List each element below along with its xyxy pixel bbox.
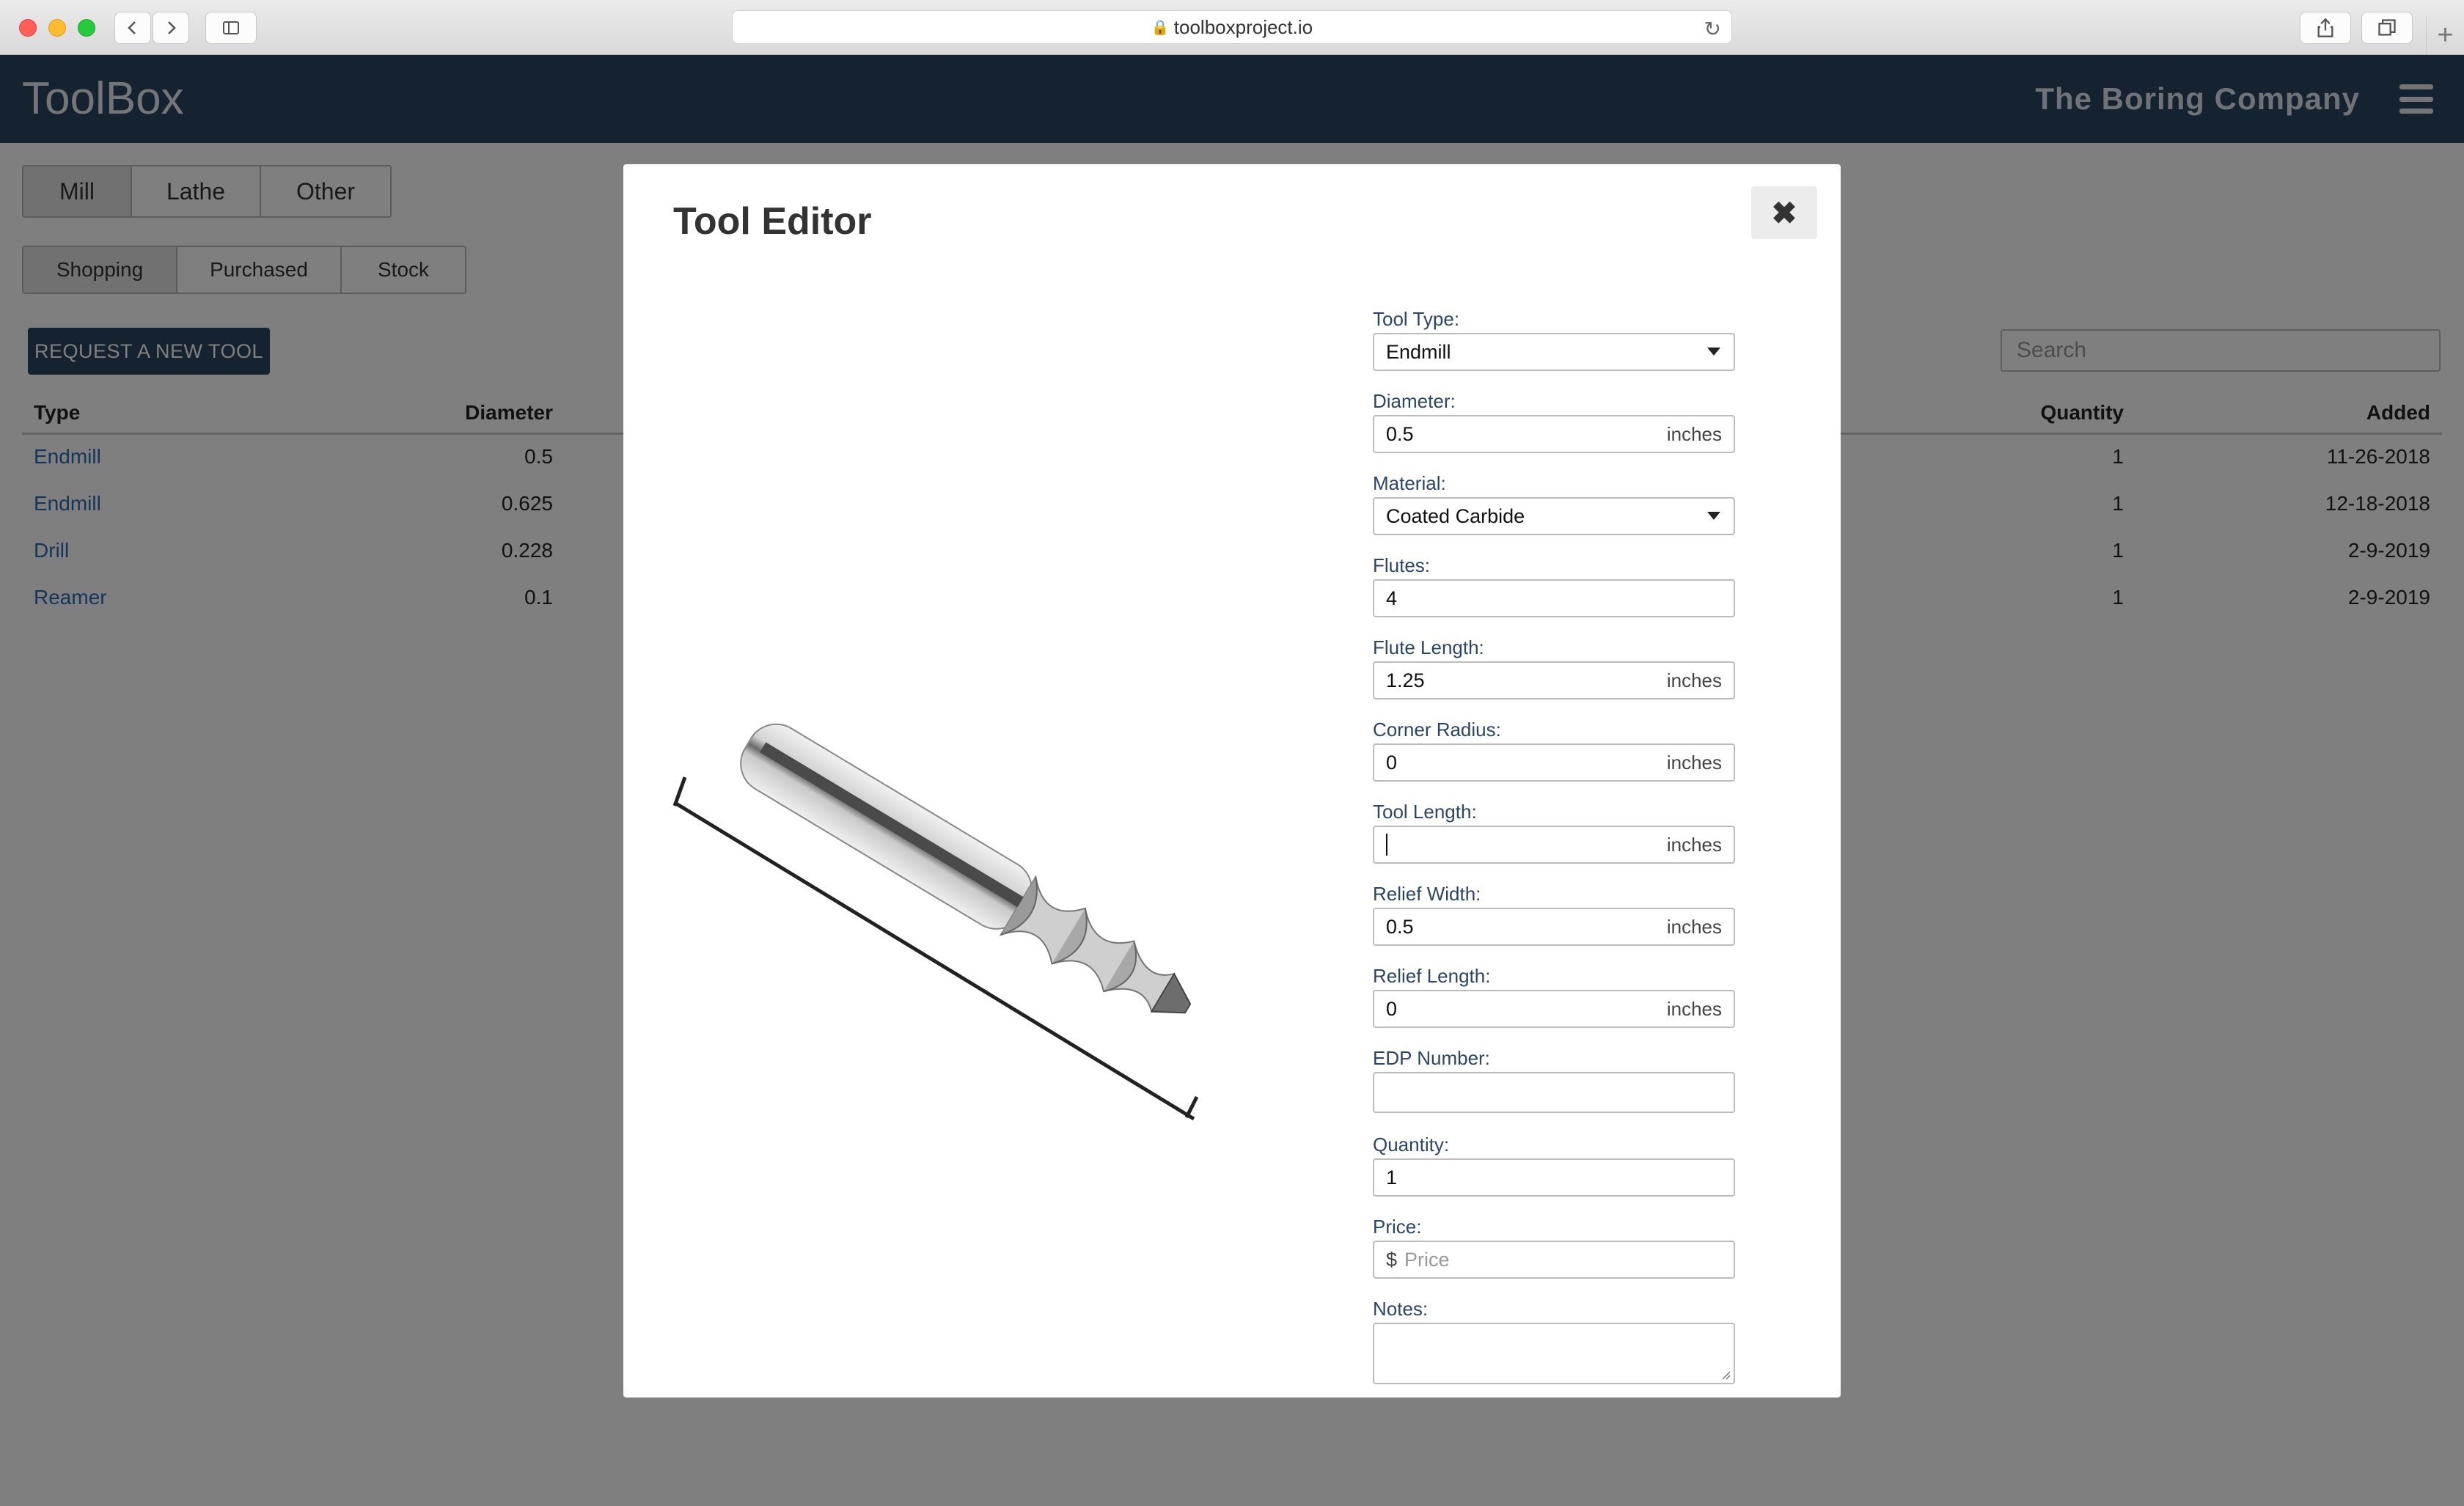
corner-radius-value: 0 [1386, 751, 1398, 774]
flute-length-label: Flute Length: [1373, 636, 1484, 658]
address-bar[interactable]: 🔒 toolboxproject.io ↻ [732, 10, 1732, 44]
diameter-input[interactable]: 0.5 inches [1373, 415, 1735, 453]
tabs-icon [2378, 19, 2396, 36]
close-window-button[interactable] [19, 19, 37, 37]
lock-icon: 🔒 [1151, 19, 1170, 36]
flute-length-unit: inches [1666, 669, 1722, 691]
relief-width-group: Relief Width: 0.5 inches [1373, 881, 1735, 946]
share-button[interactable] [2300, 12, 2351, 44]
relief-length-group: Relief Length: 0 inches [1373, 963, 1735, 1028]
reload-icon[interactable]: ↻ [1704, 17, 1721, 41]
notes-label: Notes: [1373, 1298, 1429, 1320]
tool-length-group: Tool Length: inches [1373, 799, 1735, 864]
dropdown-caret-icon [1707, 348, 1720, 356]
flutes-value: 4 [1386, 587, 1398, 609]
diameter-group: Diameter: 0.5 inches [1373, 389, 1735, 453]
flutes-input[interactable]: 4 [1373, 579, 1735, 617]
price-label: Price: [1373, 1216, 1422, 1238]
flute-length-value: 1.25 [1386, 669, 1425, 691]
flute-length-group: Flute Length: 1.25 inches [1373, 635, 1735, 699]
corner-radius-input[interactable]: 0 inches [1373, 743, 1735, 782]
sidebar-toggle-button[interactable] [205, 12, 257, 44]
tool-type-select[interactable]: Endmill [1373, 333, 1735, 371]
material-select[interactable]: Coated Carbide [1373, 497, 1735, 535]
url-text: toolboxproject.io [1173, 15, 1313, 38]
resize-grip-icon[interactable] [1720, 1370, 1731, 1380]
quantity-input[interactable]: 1 [1373, 1158, 1735, 1197]
tool-length-input[interactable]: inches [1373, 826, 1735, 864]
corner-radius-group: Corner Radius: 0 inches [1373, 717, 1735, 782]
back-button[interactable] [114, 12, 151, 44]
notes-group: Notes: [1373, 1296, 1735, 1384]
edp-number-label: EDP Number: [1373, 1047, 1490, 1069]
relief-length-unit: inches [1666, 997, 1722, 1020]
flutes-group: Flutes: 4 [1373, 553, 1735, 617]
material-value: Coated Carbide [1386, 504, 1525, 527]
corner-radius-unit: inches [1666, 751, 1722, 774]
relief-length-value: 0 [1386, 997, 1398, 1020]
price-group: Price: $ Price [1373, 1214, 1735, 1279]
tool-type-group: Tool Type: Endmill [1373, 306, 1735, 371]
diameter-value: 0.5 [1386, 422, 1414, 445]
share-icon [2317, 18, 2333, 37]
quantity-label: Quantity: [1373, 1134, 1450, 1156]
quantity-value: 1 [1386, 1166, 1398, 1189]
notes-textarea[interactable] [1373, 1323, 1735, 1384]
browser-toolbar: 🔒 toolboxproject.io ↻ + [0, 0, 2464, 55]
sidebar-icon [223, 21, 239, 34]
maximize-window-button[interactable] [78, 19, 95, 37]
price-input[interactable]: $ Price [1373, 1241, 1735, 1279]
forward-button[interactable] [153, 12, 189, 44]
modal-title: Tool Editor [673, 200, 872, 243]
close-icon[interactable]: ✖ [1751, 186, 1817, 239]
relief-width-label: Relief Width: [1373, 883, 1481, 905]
corner-radius-label: Corner Radius: [1373, 719, 1501, 741]
relief-length-label: Relief Length: [1373, 965, 1491, 987]
dropdown-caret-icon [1707, 512, 1720, 520]
minimize-window-button[interactable] [48, 19, 66, 37]
relief-width-input[interactable]: 0.5 inches [1373, 908, 1735, 946]
relief-width-unit: inches [1666, 915, 1722, 938]
chevron-left-icon [128, 21, 136, 34]
relief-width-value: 0.5 [1386, 915, 1414, 938]
price-placeholder: Price [1404, 1248, 1450, 1271]
flutes-label: Flutes: [1373, 554, 1431, 576]
tool-editor-modal: Tool Editor ✖ Tool Type: Endmill Diamete… [623, 164, 1841, 1397]
material-label: Material: [1373, 472, 1446, 494]
diameter-unit: inches [1666, 422, 1722, 445]
material-group: Material: Coated Carbide [1373, 471, 1735, 535]
relief-length-input[interactable]: 0 inches [1373, 990, 1735, 1028]
text-cursor [1386, 834, 1387, 856]
currency-prefix: $ [1386, 1248, 1398, 1271]
tool-type-label: Tool Type: [1373, 308, 1460, 330]
edp-number-group: EDP Number: [1373, 1046, 1735, 1113]
chevron-right-icon [168, 21, 176, 34]
tool-type-value: Endmill [1386, 340, 1451, 363]
endmill-illustration [672, 723, 1199, 1121]
edp-number-input[interactable] [1373, 1072, 1735, 1113]
tool-length-unit: inches [1666, 833, 1722, 856]
tool-length-label: Tool Length: [1373, 801, 1477, 823]
diameter-label: Diameter: [1373, 390, 1456, 412]
flute-length-input[interactable]: 1.25 inches [1373, 661, 1735, 699]
new-tab-button[interactable]: + [2426, 16, 2464, 54]
tabs-overview-button[interactable] [2361, 12, 2413, 44]
quantity-group: Quantity: 1 [1373, 1132, 1735, 1197]
